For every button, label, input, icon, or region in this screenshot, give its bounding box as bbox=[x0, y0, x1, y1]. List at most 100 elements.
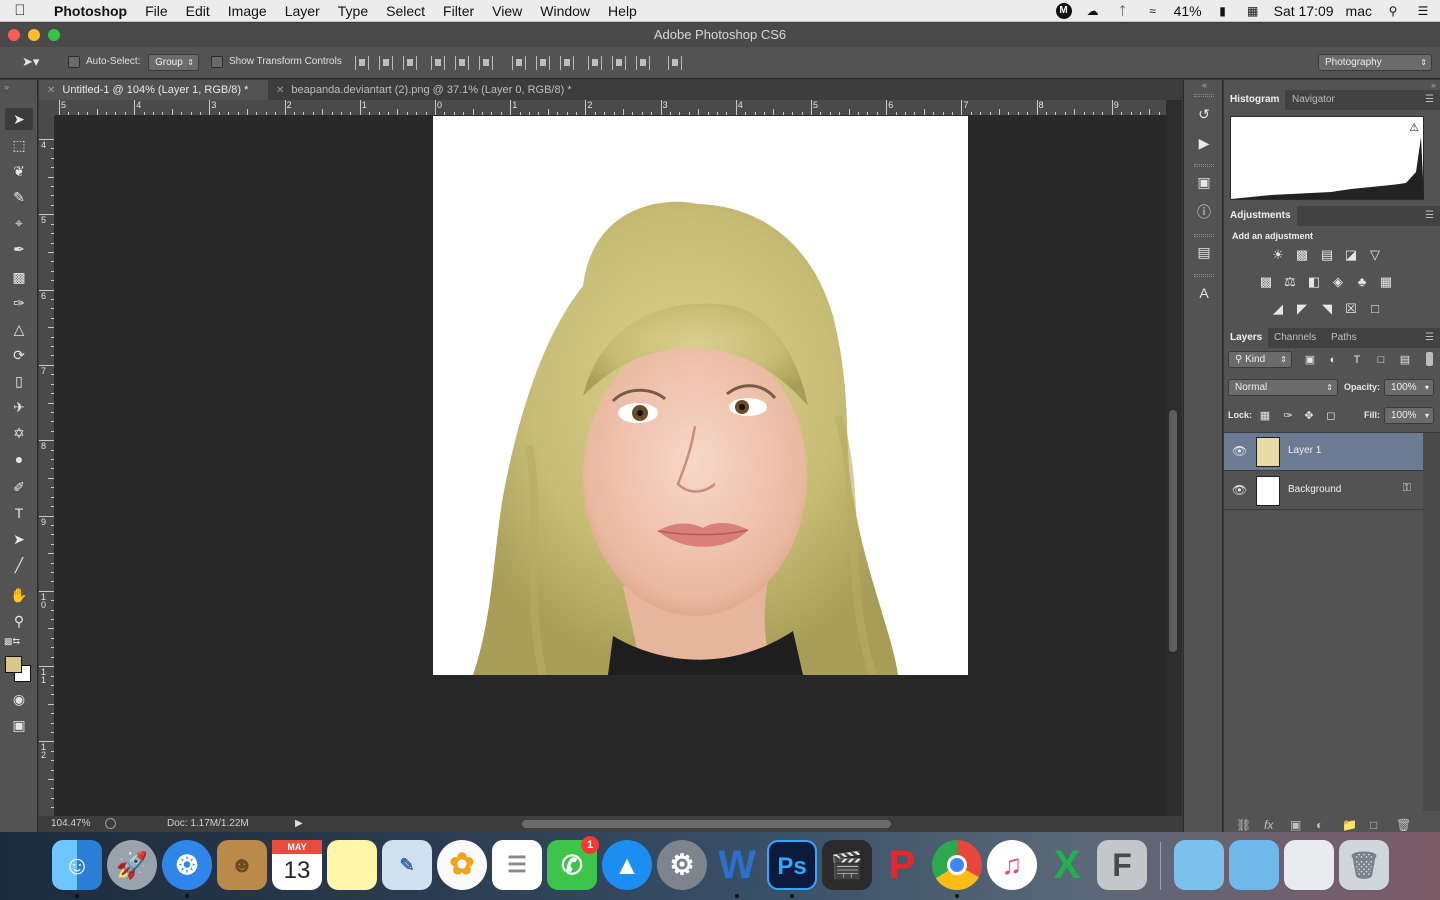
auto-align-layers-icon[interactable] bbox=[668, 56, 682, 70]
distribute-top-icon[interactable] bbox=[512, 56, 526, 70]
hand-tool-icon[interactable]: ✋ bbox=[5, 584, 33, 606]
facetime-icon[interactable]: ✆ 1 bbox=[547, 836, 599, 890]
tab-channels[interactable]: Channels bbox=[1268, 328, 1322, 348]
align-bottom-edges-icon[interactable] bbox=[403, 56, 417, 70]
status-menu-arrow-icon[interactable]: ▶ bbox=[295, 816, 303, 832]
documents-folder-icon[interactable] bbox=[1229, 840, 1279, 890]
vertical-scrollbar[interactable] bbox=[1166, 100, 1182, 816]
workspace-switcher[interactable]: Photography ⇕ bbox=[1318, 54, 1432, 71]
new-adjustment-layer-icon[interactable]: ◐ bbox=[1316, 818, 1323, 832]
filter-toggle-switch[interactable] bbox=[1426, 352, 1433, 366]
zoom-tool-icon[interactable]: ⚲ bbox=[5, 610, 33, 632]
link-layers-icon[interactable]: ⛓ bbox=[1236, 818, 1251, 832]
brush-tool-icon[interactable]: ✑ bbox=[5, 292, 33, 314]
hue-saturation-icon[interactable]: ▩ bbox=[1258, 275, 1274, 289]
final-cut-pro-icon[interactable]: 🎬 bbox=[822, 840, 872, 890]
crop-tool-icon[interactable]: ⌖ bbox=[5, 212, 33, 234]
layer-filter-kind-dropdown[interactable]: ⚲ Kind ⇕ bbox=[1228, 351, 1292, 368]
layer-name[interactable]: Background bbox=[1288, 484, 1341, 495]
color-balance-icon[interactable]: ⚖ bbox=[1282, 275, 1298, 289]
screen-mode-icon[interactable]: ▣ bbox=[5, 714, 33, 736]
ruler-origin[interactable] bbox=[39, 100, 55, 116]
auto-select-dropdown[interactable]: Group ⇕ bbox=[148, 54, 199, 71]
distribute-right-icon[interactable] bbox=[636, 56, 650, 70]
menu-image[interactable]: Image bbox=[219, 0, 276, 22]
history-panel-icon[interactable]: ↺ bbox=[1192, 104, 1216, 124]
history-brush-tool-icon[interactable]: ⟳ bbox=[5, 344, 33, 366]
menu-view[interactable]: View bbox=[483, 0, 531, 22]
bluetooth-icon[interactable]: ᛏ bbox=[1114, 4, 1132, 18]
panel-grip[interactable] bbox=[1194, 274, 1214, 277]
exposure-icon[interactable]: ◪ bbox=[1343, 248, 1359, 262]
panel-grip[interactable] bbox=[1194, 234, 1214, 237]
contacts-icon[interactable]: ☻ bbox=[217, 840, 267, 890]
panel-grip[interactable] bbox=[1194, 164, 1214, 167]
battery-icon[interactable]: ▮ bbox=[1214, 4, 1232, 18]
notification-center-icon[interactable]: ☰ bbox=[1414, 4, 1432, 18]
menu-filter[interactable]: Filter bbox=[434, 0, 483, 22]
lock-all-icon[interactable]: ◻ bbox=[1323, 409, 1339, 423]
lock-transparent-pixels-icon[interactable]: ▦ bbox=[1257, 409, 1273, 423]
horizontal-scroll-thumb[interactable] bbox=[522, 820, 891, 828]
canvas-artwork[interactable] bbox=[433, 116, 968, 675]
menu-help[interactable]: Help bbox=[599, 0, 646, 22]
menubar-clock[interactable]: Sat 17:09 bbox=[1274, 3, 1334, 19]
align-vertical-centers-icon[interactable] bbox=[379, 56, 393, 70]
panel-grip[interactable] bbox=[1194, 94, 1214, 97]
paint-bucket-tool-icon[interactable]: ✈ bbox=[5, 396, 33, 418]
move-tool-preset-icon[interactable]: ➤▾ bbox=[22, 54, 39, 70]
color-lookup-icon[interactable]: ▦ bbox=[1378, 275, 1394, 289]
align-horizontal-centers-icon[interactable] bbox=[455, 56, 469, 70]
show-transform-checkbox[interactable] bbox=[211, 56, 223, 68]
calendar-icon[interactable]: MAY 13 bbox=[272, 840, 322, 890]
system-preferences-icon[interactable]: ⚙ bbox=[657, 840, 707, 890]
menu-file[interactable]: File bbox=[136, 0, 177, 22]
pen-tool-icon[interactable]: ✐ bbox=[5, 476, 33, 498]
distribute-vertical-centers-icon[interactable] bbox=[536, 56, 550, 70]
character-panel-icon[interactable]: A bbox=[1192, 283, 1216, 303]
filter-adjustment-layers-icon[interactable]: ◐ bbox=[1325, 353, 1341, 367]
photos-icon[interactable]: ✿ bbox=[437, 840, 487, 890]
line-tool-icon[interactable]: ╱ bbox=[5, 554, 33, 576]
properties-panel-icon[interactable]: ▣ bbox=[1192, 172, 1216, 192]
apple-icon[interactable]:  bbox=[0, 2, 40, 19]
distribute-left-icon[interactable] bbox=[588, 56, 602, 70]
photo-filter-icon[interactable]: ◈ bbox=[1330, 275, 1346, 289]
tab-histogram[interactable]: Histogram bbox=[1224, 90, 1286, 110]
tab-adjustments[interactable]: Adjustments bbox=[1224, 206, 1297, 226]
add-layer-mask-icon[interactable]: ▣ bbox=[1290, 818, 1301, 832]
recent-files-stack-icon[interactable] bbox=[1284, 840, 1334, 890]
filter-type-layers-icon[interactable]: T bbox=[1349, 353, 1365, 367]
visibility-eye-icon[interactable]: 👁 bbox=[1232, 483, 1247, 497]
tab-layers[interactable]: Layers bbox=[1224, 328, 1269, 348]
tab-navigator[interactable]: Navigator bbox=[1286, 90, 1341, 110]
default-colors-icon[interactable]: ▩⇆ bbox=[4, 636, 20, 647]
app-store-icon[interactable]: ▲ bbox=[602, 840, 652, 890]
reminders-icon[interactable]: ☰ bbox=[492, 840, 542, 890]
wifi-icon[interactable]: ≈ bbox=[1144, 4, 1162, 18]
menu-app-photoshop[interactable]: Photoshop bbox=[40, 0, 136, 22]
histogram-warning-icon[interactable]: ⚠ bbox=[1409, 121, 1419, 134]
path-selection-tool-icon[interactable]: ➤ bbox=[5, 528, 33, 550]
curves-icon[interactable]: ▤ bbox=[1319, 248, 1335, 262]
lasso-tool-icon[interactable]: ❦ bbox=[5, 160, 33, 182]
spotlight-search-icon[interactable]: ⚲ bbox=[1384, 4, 1402, 18]
panel-menu-icon[interactable]: ☰ bbox=[1425, 328, 1434, 348]
preview-icon[interactable]: ✎ bbox=[382, 840, 432, 890]
vertical-ruler[interactable]: 4 5 6 7 8 9 10 11 12 bbox=[39, 116, 55, 816]
collapse-arrows-icon[interactable]: » bbox=[1431, 80, 1436, 90]
blur-tool-icon[interactable]: ✡ bbox=[5, 422, 33, 444]
collapse-arrows-icon[interactable]: » bbox=[4, 82, 9, 92]
notes-icon[interactable] bbox=[327, 840, 377, 890]
word-icon[interactable]: W bbox=[712, 840, 762, 890]
menu-window[interactable]: Window bbox=[531, 0, 599, 22]
itunes-icon[interactable]: ♫ bbox=[987, 840, 1037, 890]
menu-type[interactable]: Type bbox=[329, 0, 377, 22]
chrome-icon[interactable] bbox=[932, 840, 982, 890]
horizontal-ruler[interactable]: 5 4 3 2 1 0 1 2 3 4 5 6 7 8 9 bbox=[55, 100, 1166, 116]
channel-mixer-icon[interactable]: ♣ bbox=[1354, 275, 1370, 289]
align-left-edges-icon[interactable] bbox=[431, 56, 445, 70]
visibility-eye-icon[interactable]: 👁 bbox=[1232, 444, 1247, 458]
document-tab-untitled[interactable]: ✕ Untitled-1 @ 104% (Layer 1, RGB/8) * bbox=[39, 80, 268, 100]
zoom-window-button[interactable] bbox=[48, 29, 60, 41]
